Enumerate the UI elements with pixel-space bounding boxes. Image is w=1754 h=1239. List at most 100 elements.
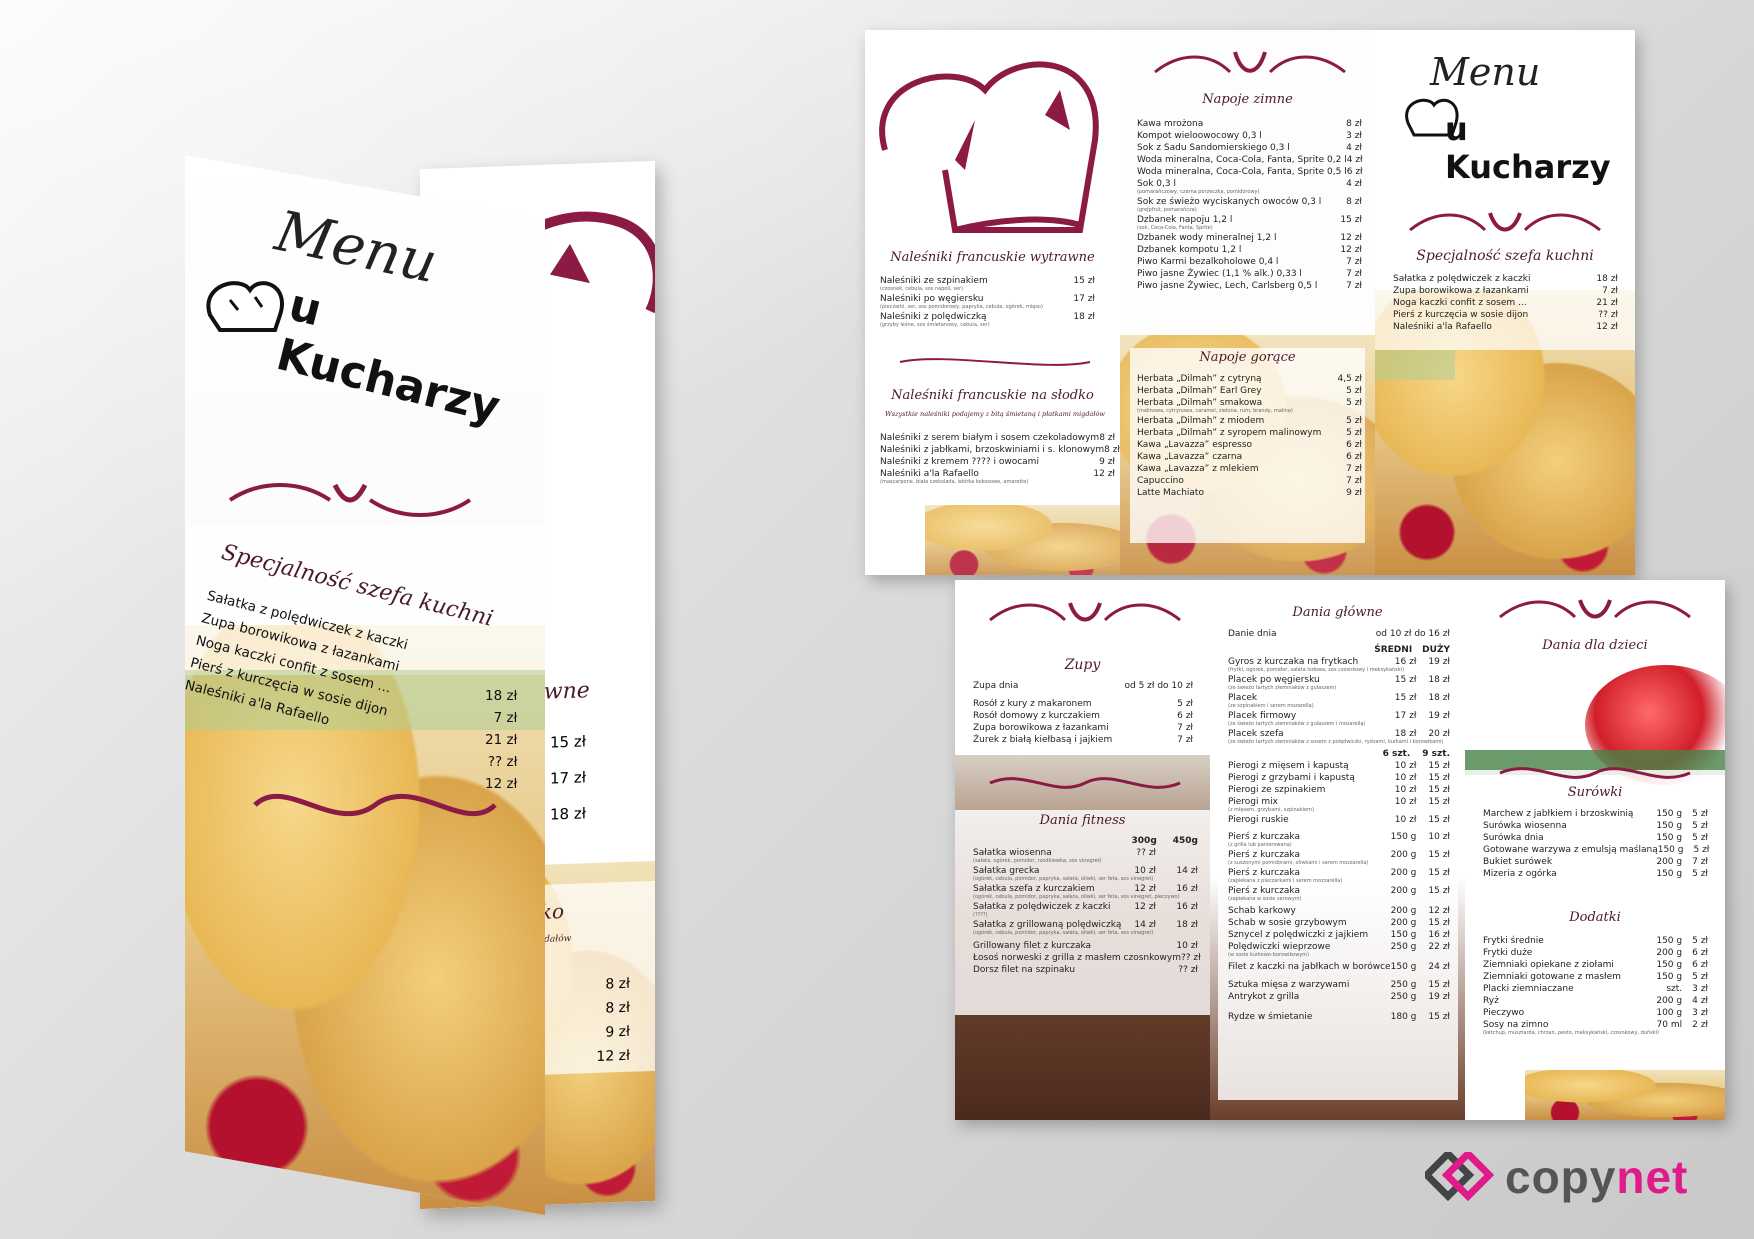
menu-row: Sztuka mięsa z warzywami 250 g 15 zł — [1228, 979, 1450, 991]
restaurant-name: u Kucharzy — [271, 279, 505, 434]
item-name: Piwo jasne Żywiec (1,1 % alk.) 0,33 l — [1137, 269, 1302, 279]
item-name: Schab karkowy — [1228, 906, 1296, 916]
item-name: Ryż — [1483, 996, 1499, 1006]
price: 18 zł — [550, 804, 586, 824]
weight: 200 g — [1390, 850, 1417, 860]
column-header: 450g — [1172, 836, 1198, 846]
item-name: Żurek z białą kiełbasą i jajkiem — [973, 735, 1113, 745]
menu-row: Rosół domowy z kurczakiem 6 zł — [973, 710, 1193, 722]
price: 17 zł — [550, 768, 586, 788]
menu-row: Pierogi z grzybami i kapustą 10 zł 15 zł — [1228, 772, 1450, 784]
price — [1168, 847, 1198, 859]
price: 8 zł — [1104, 445, 1120, 455]
price: 18 zł — [1428, 693, 1450, 703]
price: 18 zł — [485, 688, 518, 704]
menu-row: Surówka dnia 150 g 5 zł — [1483, 832, 1708, 844]
weight: 200 g — [1656, 996, 1683, 1006]
price: 3 zł — [1346, 131, 1362, 141]
price: 4 zł — [1346, 155, 1363, 165]
panel-mains: Dania główne Danie dnia od 10 zł do 16 zł… — [1210, 580, 1465, 1120]
ornament-swirl-icon — [1499, 767, 1691, 779]
menu-row: Sznycel z polędwiczki z jajkiem 150 g 16 z… — [1228, 929, 1450, 941]
price: 5 zł — [1692, 821, 1708, 831]
price: 6 zł — [1346, 440, 1362, 450]
menu-row: Zupa borowikowa z łazankami 7 zł — [973, 722, 1193, 734]
item-name: Surówka wiosenna — [1483, 821, 1567, 831]
price: 18 zł — [1073, 312, 1095, 322]
menu-title: Menu — [1430, 50, 1541, 94]
price: 17 zł — [1073, 294, 1095, 304]
menu-row: Piwo Karmi bezalkoholowe 0,4 l 7 zł — [1137, 256, 1362, 268]
item-name: Grillowany filet z kurczaka — [973, 941, 1092, 951]
item-desc: (ogórek, cebula, pomidor, papryka, sałat… — [973, 894, 1180, 900]
item-name: Antrykot z grilla — [1228, 992, 1300, 1002]
extras-title: Dodatki — [1569, 910, 1621, 925]
item-name: Kawa „Lavazza” z mlekiem — [1137, 464, 1259, 474]
item-desc: (pomarańczowy, czarna porzeczka, pomidor… — [1137, 189, 1260, 195]
menu-row: Capuccino 7 zł — [1137, 475, 1362, 487]
item-name: Capuccino — [1137, 476, 1184, 486]
item-name: Bukiet surówek — [1483, 857, 1553, 867]
price: 4,5 zł — [1337, 374, 1362, 384]
menu-row: Dorsz filet na szpinaku ?? zł — [973, 964, 1198, 976]
price: 10 zł — [1428, 832, 1450, 842]
menu-row: Bukiet surówek 200 g 7 zł — [1483, 856, 1708, 868]
price: 19 zł — [1428, 711, 1450, 721]
item-name: Rosół z kury z makaronem — [973, 699, 1092, 709]
price: 5 zł — [1346, 428, 1362, 438]
folded-front-panel: Menu u Kucharzy Specjalność szefa kuchni… — [185, 155, 545, 1215]
savory-price-column: 15 zł 17 zł 18 zł — [550, 723, 586, 832]
fitness-header: 300g 450g — [973, 835, 1198, 847]
menu-row: Naleśniki z kremem ???? i owocami 9 zł — [880, 456, 1115, 468]
menu-row: Sałatka z polędwiczek z kaczki 18 zł — [1393, 273, 1618, 285]
menu-row: Sok z Sadu Sandomierskiego 0,3 l 4 zł — [1137, 142, 1362, 154]
mains-title: Dania główne — [1292, 605, 1383, 620]
price: 7 zł — [1692, 857, 1708, 867]
price: 16 zł — [1428, 930, 1450, 940]
price: 9 zł — [1346, 488, 1362, 498]
menu-row: Kompot wieloowocowy 0,3 l 3 zł — [1137, 130, 1362, 142]
menu-row: Antrykot z grilla 250 g 19 zł — [1228, 991, 1450, 1003]
price: 12 zł — [1134, 902, 1156, 912]
weight: 150 g — [1656, 821, 1683, 831]
item-name: Gotowane warzywa z emulsją maślaną — [1483, 845, 1658, 855]
hot-drinks-list: Herbata „Dilmah” z cytryną 4,5 zł Herbata… — [1137, 373, 1362, 499]
menu-row: Pierogi z mięsem i kapustą 10 zł 15 zł — [1228, 760, 1450, 772]
ornament-swirl-icon — [989, 602, 1181, 622]
item-desc: (malinowa, cytrynowa, caramel, zielona, … — [1137, 408, 1293, 414]
item-name: Latte Machiato — [1137, 488, 1204, 498]
menu-row: Mizeria z ogórka 150 g 5 zł — [1483, 868, 1708, 880]
item-name: Herbata „Dilmah” z cytryną — [1137, 374, 1262, 384]
price: 12 zł — [1596, 322, 1618, 332]
brochure-outside: Naleśniki francuskie wytrawne Naleśniki … — [865, 30, 1635, 575]
price: 22 zł — [1428, 942, 1450, 952]
price: 15 zł — [1428, 980, 1450, 990]
menu-row: Piwo jasne Żywiec, Lech, Carlsberg 0,5 l… — [1137, 280, 1362, 292]
item-name: Schab w sosie grzybowym — [1228, 918, 1347, 928]
price: 5 zł — [1177, 699, 1193, 709]
item-name: Pierogi ze szpinakiem — [1228, 785, 1326, 795]
menu-row: Schab w sosie grzybowym 200 g 15 zł — [1228, 917, 1450, 929]
price: 19 zł — [1428, 657, 1450, 667]
price: 7 zł — [1346, 269, 1362, 279]
price: 15 zł — [1394, 693, 1417, 703]
menu-row: Surówka wiosenna 150 g 5 zł — [1483, 820, 1708, 832]
weight: 250 g — [1390, 980, 1417, 990]
price: 6 zł — [1692, 948, 1708, 958]
item-name: Woda mineralna, Coca-Cola, Fanta, Sprite… — [1137, 155, 1347, 165]
price: 4 zł — [1346, 179, 1362, 189]
price: 3 zł — [1692, 984, 1708, 994]
item-name: Woda mineralna, Coca-Cola, Fanta, Sprite… — [1137, 167, 1347, 177]
price: 10 zł — [1394, 815, 1417, 825]
menu-row: Rydze w śmietanie 180 g 15 zł — [1228, 1011, 1450, 1023]
price: 15 zł — [1428, 1012, 1450, 1022]
item-name: Rosół domowy z kurczakiem — [973, 711, 1100, 721]
item-name: Naleśniki a'la Rafaello — [1393, 322, 1492, 332]
price: 6 zł — [1692, 960, 1708, 970]
item-name: Sztuka mięsa z warzywami — [1228, 980, 1350, 990]
item-name: Pierogi ruskie — [1228, 815, 1289, 825]
menu-row: Dzbanek wody mineralnej 1,2 l 12 zł — [1137, 232, 1362, 244]
panel-crepes: Naleśniki francuskie wytrawne Naleśniki … — [865, 30, 1120, 575]
weight: 200 g — [1390, 886, 1417, 896]
crepe-photo — [1525, 1070, 1725, 1120]
